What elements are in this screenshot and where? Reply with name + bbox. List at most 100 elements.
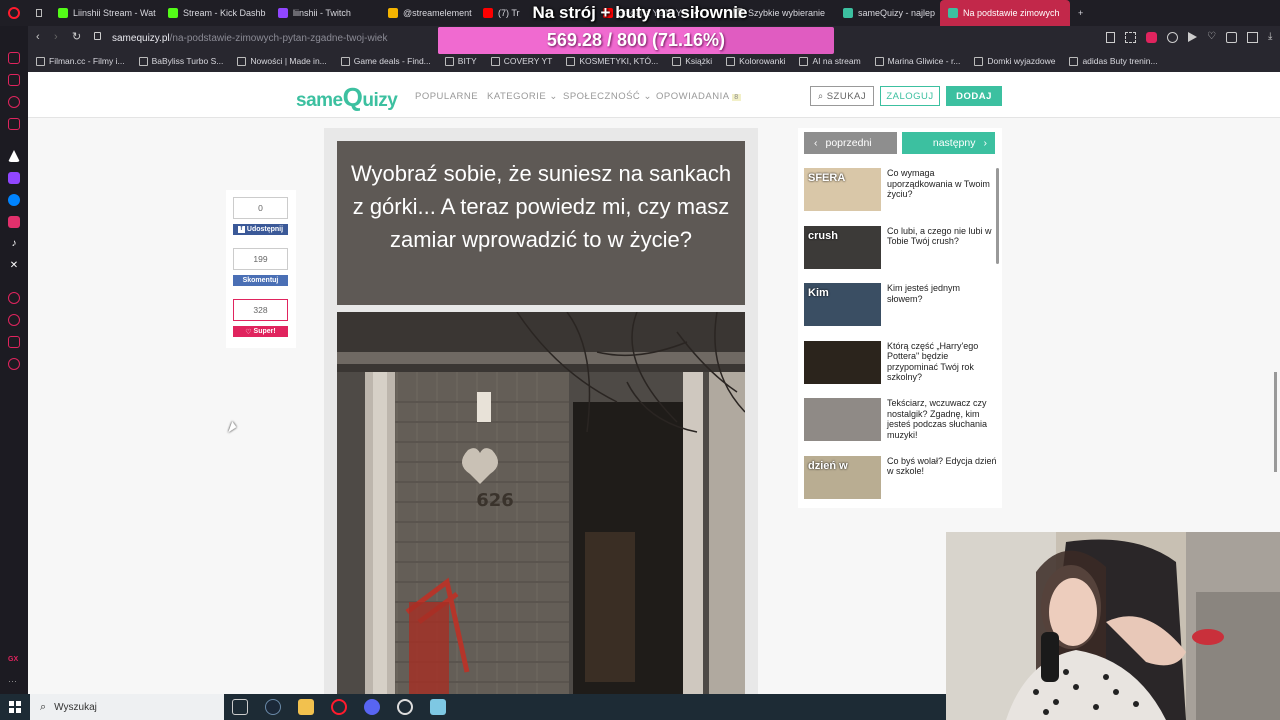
search-button[interactable]: ⌕ SZUKAJ xyxy=(810,86,874,106)
bookmark-item[interactable]: Kolorowanki xyxy=(726,56,785,66)
bookmark-label: KOSMETYKI, KTÓ... xyxy=(579,56,659,66)
steam-icon[interactable] xyxy=(265,699,281,715)
related-quiz-title[interactable]: Tekściarz, wczuwacz czy nostalgik? Zgadn… xyxy=(887,398,997,440)
bookmark-item[interactable]: Nowości | Made in... xyxy=(237,56,327,66)
related-quiz-title[interactable]: Którą część „Harry'ego Pottera" będzie p… xyxy=(887,341,997,383)
browser-tab[interactable]: Liinshii Stream - Wat xyxy=(50,0,160,26)
related-quiz-thumbnail[interactable] xyxy=(804,340,881,384)
login-button[interactable]: ZALOGUJ xyxy=(880,86,940,106)
bookmark-item[interactable]: Książki xyxy=(672,56,712,66)
comment-button[interactable]: Skomentuj xyxy=(233,275,288,286)
file-explorer-icon[interactable] xyxy=(298,699,314,715)
send-icon[interactable] xyxy=(1188,32,1197,42)
download-icon[interactable]: ⤓ xyxy=(1268,32,1272,43)
samequizy-logo[interactable]: sameQuizy xyxy=(296,82,398,113)
thumbnail-text: Kim xyxy=(808,287,829,299)
sidebar-instagram-icon[interactable] xyxy=(8,216,20,228)
forward-icon[interactable]: › xyxy=(54,31,58,43)
related-quiz-thumbnail[interactable]: crush xyxy=(804,225,881,269)
discord-icon[interactable] xyxy=(364,699,380,715)
related-quiz-thumbnail[interactable]: Kim xyxy=(804,283,881,326)
sidebar-settings-icon[interactable] xyxy=(8,358,20,370)
bookmark-item[interactable]: AI na stream xyxy=(799,56,861,66)
sidebar-player-icon[interactable] xyxy=(8,292,20,304)
nav-opowiadania[interactable]: OPOWIADANIA 8 xyxy=(656,91,741,102)
add-button[interactable]: DODAJ xyxy=(946,86,1002,106)
browser-tab[interactable]: sameQuizy - najlep xyxy=(835,0,940,26)
bookmark-item[interactable]: KOSMETYKI, KTÓ... xyxy=(566,56,658,66)
nav-opowiadania-label: OPOWIADANIA xyxy=(656,91,730,102)
related-quiz-title[interactable]: Co wymaga uporządkowania w Twoim życiu? xyxy=(887,168,997,200)
related-quiz-thumbnail[interactable]: dzień w xyxy=(804,455,881,499)
bookmark-item[interactable]: Marina Gliwice - r... xyxy=(874,56,960,66)
bookmark-item[interactable]: COVERY YT xyxy=(490,56,552,66)
url-field[interactable]: samequizy.pl/na-podstawie-zimowych-pytan… xyxy=(112,30,388,46)
related-quiz-item[interactable]: crush Co lubi, a czego nie lubi w Tobie T… xyxy=(804,225,997,272)
sidebar-extensions-icon[interactable] xyxy=(8,336,20,348)
bookmark-icon xyxy=(799,56,809,66)
sidebar-twitch-app-icon[interactable] xyxy=(8,172,20,184)
related-quiz-item[interactable]: Tekściarz, wczuwacz czy nostalgik? Zgadn… xyxy=(804,398,994,444)
reload-icon[interactable]: ↻ xyxy=(72,30,81,43)
add-button-label: DODAJ xyxy=(956,90,992,102)
bookmark-item[interactable]: Domki wyjazdowe xyxy=(974,56,1055,66)
obs-icon[interactable] xyxy=(397,699,413,715)
heart-icon[interactable]: ♡ xyxy=(1207,32,1216,43)
tab-favicon-icon xyxy=(843,8,853,18)
sidebar-bag-icon[interactable] xyxy=(8,52,20,64)
browser-tab[interactable]: liinshii - Twitch xyxy=(270,0,380,26)
browser-tab[interactable]: Na podstawie zimowych xyxy=(940,0,1070,26)
task-view-icon[interactable] xyxy=(232,699,248,715)
taskbar-search[interactable]: ⌕ Wyszukaj xyxy=(30,694,224,720)
vpn-icon[interactable] xyxy=(1167,32,1178,43)
pin-icon[interactable] xyxy=(1106,32,1115,43)
sidebar-history-icon[interactable] xyxy=(8,314,20,326)
opera-menu-button[interactable] xyxy=(0,0,28,26)
sidebar-x-icon[interactable]: ✕ xyxy=(8,260,20,272)
bookmark-item[interactable]: Game deals - Find... xyxy=(340,56,431,66)
extension-icon[interactable] xyxy=(1146,32,1157,43)
sidebar-more-icon[interactable]: ··· xyxy=(8,676,20,688)
back-icon[interactable]: ‹ xyxy=(36,31,40,43)
related-quiz-item[interactable]: dzień w Co byś wolał? Edycja dzień w szko… xyxy=(804,455,997,502)
related-quiz-title[interactable]: Co byś wolał? Edycja dzień w szkole! xyxy=(887,456,997,477)
new-tab-button[interactable]: + xyxy=(1070,0,1092,26)
nav-popularne[interactable]: POPULARNE xyxy=(415,91,478,102)
related-quiz-item[interactable]: SFERA Co wymaga uporządkowania w Twoim ży… xyxy=(804,168,994,214)
nav-spolecznosc[interactable]: SPOŁECZNOŚĆ ⌄ xyxy=(563,91,652,102)
bookmark-item[interactable]: Filman.cc - Filmy i... xyxy=(36,56,125,66)
tab-switcher-button[interactable] xyxy=(28,0,50,26)
next-button[interactable]: następny › xyxy=(902,132,995,154)
related-quiz-item[interactable]: Kim Kim jesteś jednym słowem? xyxy=(804,283,994,329)
extensions-icon[interactable] xyxy=(1225,32,1237,43)
page-scrollbar[interactable] xyxy=(1274,372,1277,472)
related-quiz-item[interactable]: Którą część „Harry'ego Pottera" będzie p… xyxy=(804,340,997,387)
facebook-share-button[interactable]: f Udostępnij xyxy=(233,224,288,235)
previous-button[interactable]: ‹ poprzedni xyxy=(804,132,897,154)
sidebar-twitch-icon[interactable] xyxy=(8,96,20,108)
related-quiz-title[interactable]: Kim jesteś jednym słowem? xyxy=(887,283,997,304)
bookmark-item[interactable]: BaByliss Turbo S... xyxy=(138,56,223,66)
wallet-icon[interactable] xyxy=(1246,32,1258,43)
bookmark-item[interactable]: adidas Buty trenin... xyxy=(1069,56,1158,66)
sidebar-news-icon[interactable] xyxy=(8,118,20,130)
bookmark-item[interactable]: BITY xyxy=(444,56,477,66)
opera-gx-taskbar-icon[interactable] xyxy=(331,699,347,715)
sidebar-tiktok-icon[interactable]: ♪ xyxy=(8,238,20,250)
sidebar-aria-icon[interactable] xyxy=(8,150,20,162)
nav-spolecznosc-label: SPOŁECZNOŚĆ xyxy=(563,91,641,102)
related-quiz-thumbnail[interactable]: SFERA xyxy=(804,168,881,211)
windows-start-button[interactable] xyxy=(9,701,21,713)
snapshot-icon[interactable] xyxy=(1125,32,1136,43)
related-scrollbar[interactable] xyxy=(996,168,999,264)
app-icon[interactable] xyxy=(430,699,446,715)
browser-tab[interactable]: Stream - Kick Dashb xyxy=(160,0,270,26)
sidebar-gx-icon[interactable]: GX xyxy=(8,656,20,668)
nav-kategorie[interactable]: KATEGORIE ⌄ xyxy=(487,91,558,102)
related-quiz-thumbnail[interactable] xyxy=(804,398,881,441)
related-quiz-title[interactable]: Co lubi, a czego nie lubi w Tobie Twój c… xyxy=(887,226,997,247)
sidebar-gamepad-icon[interactable] xyxy=(8,74,20,86)
super-button[interactable]: ♡ Super! xyxy=(233,326,288,337)
bookmark-label: adidas Buty trenin... xyxy=(1082,56,1158,66)
sidebar-messenger-icon[interactable] xyxy=(8,194,20,206)
